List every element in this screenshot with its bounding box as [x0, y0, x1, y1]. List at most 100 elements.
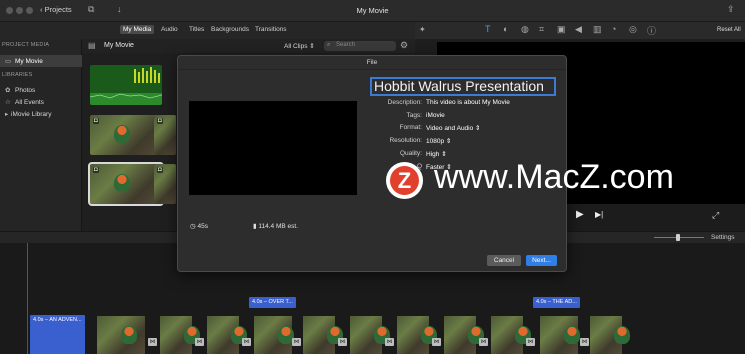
titles-tool-icon[interactable]: T — [485, 24, 491, 34]
clip-filter-value: All Clips — [284, 43, 308, 50]
speed-icon[interactable]: ◔ — [611, 24, 616, 34]
color-balance-icon[interactable]: ◐ — [503, 24, 508, 34]
document-icon: ▮ — [253, 223, 257, 230]
sidebar-toggle-icon[interactable]: ▤ — [88, 41, 96, 50]
noise-reduction-icon[interactable]: ▥ — [593, 24, 602, 35]
play-icon[interactable]: ▶ — [576, 209, 584, 220]
resolution-value: 1080p — [426, 138, 445, 145]
volume-icon[interactable]: ◀ — [575, 24, 582, 35]
title-clip[interactable]: 4.0s – THE AD... — [533, 297, 580, 308]
zoom-slider-handle[interactable] — [676, 234, 680, 241]
duration-stat: ◷ 45s — [190, 222, 208, 230]
format-select[interactable]: Video and Audio ⇕ — [426, 124, 481, 132]
transition-icon[interactable]: ⋈ — [148, 338, 157, 346]
video-filter-icon[interactable]: ◎ — [629, 24, 637, 35]
sidebar-item-photos[interactable]: ✿ Photos — [0, 84, 82, 96]
select-arrows-icon: ⇕ — [445, 138, 452, 145]
watermark-logo: Z — [386, 162, 423, 199]
title-clip[interactable]: 4.0s – AN ADVEN... — [30, 315, 85, 326]
photos-icon: ✿ — [5, 87, 11, 94]
timeline-clip[interactable] — [444, 316, 484, 354]
camera-icon: ◘ — [157, 118, 163, 124]
timeline-clip[interactable] — [397, 316, 437, 354]
sidebar-item-label: My Movie — [15, 58, 43, 65]
watermark: Z www.MacZ.com — [386, 158, 736, 200]
transition-icon[interactable]: ⋈ — [195, 338, 204, 346]
quality-label: Quality: — [399, 150, 422, 157]
tab-titles[interactable]: Titles — [186, 25, 207, 34]
crop-icon[interactable]: ⌗ — [539, 24, 544, 35]
tab-audio[interactable]: Audio — [158, 25, 181, 34]
tab-my-media[interactable]: My Media — [120, 25, 155, 34]
timeline-clip[interactable] — [540, 316, 580, 354]
color-correction-icon[interactable]: ◍ — [521, 24, 529, 35]
timeline-clip[interactable] — [590, 316, 630, 354]
description-label: Description: — [387, 99, 422, 106]
quality-value: High — [426, 151, 440, 158]
search-input[interactable]: ⌕ Search — [324, 41, 396, 51]
tags-field[interactable]: iMovie — [426, 112, 445, 119]
transition-icon[interactable]: ⋈ — [526, 338, 535, 346]
transition-icon[interactable]: ⋈ — [385, 338, 394, 346]
playhead[interactable] — [27, 243, 28, 354]
transition-icon[interactable]: ⋈ — [338, 338, 347, 346]
info-icon[interactable]: ⓘ — [647, 24, 656, 37]
tags-label: Tags: — [406, 112, 422, 119]
skip-forward-icon[interactable]: ▶| — [595, 210, 603, 219]
resolution-label: Resolution: — [389, 137, 422, 144]
format-value: Video and Audio — [426, 125, 474, 132]
timeline-clip[interactable] — [350, 316, 390, 354]
timeline-clip[interactable] — [30, 326, 85, 354]
description-row: Description: This video is about My Movi… — [330, 99, 564, 109]
cancel-button[interactable]: Cancel — [487, 255, 521, 266]
file-size-stat: ▮ 114.4 MB est. — [253, 222, 298, 230]
transition-icon[interactable]: ⋈ — [479, 338, 488, 346]
fullscreen-icon[interactable]: ⤢ — [712, 210, 719, 221]
tab-backgrounds[interactable]: Backgrounds — [208, 25, 252, 34]
magic-wand-icon[interactable]: ✦ — [419, 25, 426, 34]
browser-settings-icon[interactable]: ⚙ — [400, 40, 408, 51]
tags-row: Tags: iMovie — [330, 112, 564, 122]
resolution-row: Resolution: 1080p ⇕ — [330, 137, 564, 147]
sidebar-item-imovie-library[interactable]: ▸ iMovie Library — [0, 108, 82, 120]
sidebar-item-label: All Events — [15, 99, 44, 106]
watermark-logo-letter: Z — [397, 168, 412, 193]
clip-thumbnail[interactable]: ◘ — [154, 164, 176, 204]
transition-icon[interactable]: ⋈ — [432, 338, 441, 346]
tab-transitions[interactable]: Transitions — [252, 25, 290, 34]
viewer-toolbar: ✦ T ◐ ◍ ⌗ ▣ ◀ ▥ ◔ ◎ ⓘ Reset All — [415, 22, 745, 39]
clip-thumbnail[interactable] — [90, 65, 162, 105]
window-title: My Movie — [356, 6, 389, 15]
timeline-settings-button[interactable]: Settings — [711, 234, 735, 241]
resolution-select[interactable]: 1080p ⇕ — [426, 137, 451, 145]
project-media-heading: PROJECT MEDIA — [2, 42, 50, 48]
stabilization-icon[interactable]: ▣ — [557, 24, 566, 35]
camera-icon: ◘ — [157, 167, 163, 173]
title-clip[interactable]: 4.0s – OVER T... — [249, 297, 296, 308]
transition-icon[interactable]: ⋈ — [242, 338, 251, 346]
timeline-clip[interactable] — [303, 316, 343, 354]
clip-thumbnail[interactable]: ◘ — [90, 115, 162, 155]
browser-title: My Movie — [104, 42, 134, 49]
library-sidebar: PROJECT MEDIA ▭ My Movie LIBRARIES ✿ Photo… — [0, 39, 82, 231]
timeline-clip[interactable] — [254, 316, 294, 354]
timeline-clip[interactable] — [97, 316, 145, 354]
clip-thumbnail[interactable]: ◘ ⊞ — [88, 162, 164, 206]
timeline-clip[interactable] — [207, 316, 247, 354]
timeline-clip[interactable] — [160, 316, 200, 354]
quality-select[interactable]: High ⇕ — [426, 150, 447, 158]
transition-icon[interactable]: ⋈ — [580, 338, 589, 346]
project-title-field[interactable]: Hobbit Walrus Presentation — [370, 77, 556, 96]
title-bar: ‹ Projects ⧉ ↓ My Movie ⇪ — [0, 0, 745, 22]
sidebar-item-my-movie[interactable]: ▭ My Movie — [0, 55, 82, 67]
share-icon[interactable]: ⇪ — [727, 4, 735, 15]
sidebar-item-all-events[interactable]: ☆ All Events — [0, 96, 82, 108]
sidebar-item-label: Photos — [15, 87, 36, 94]
transition-icon[interactable]: ⋈ — [292, 338, 301, 346]
timeline-clip[interactable] — [491, 316, 531, 354]
description-field[interactable]: This video is about My Movie — [426, 99, 510, 106]
clip-thumbnail[interactable]: ◘ — [154, 115, 176, 155]
clip-filter-select[interactable]: All Clips ⇕ — [284, 42, 315, 50]
next-button[interactable]: Next... — [526, 255, 557, 266]
reset-all-button[interactable]: Reset All — [717, 27, 741, 33]
